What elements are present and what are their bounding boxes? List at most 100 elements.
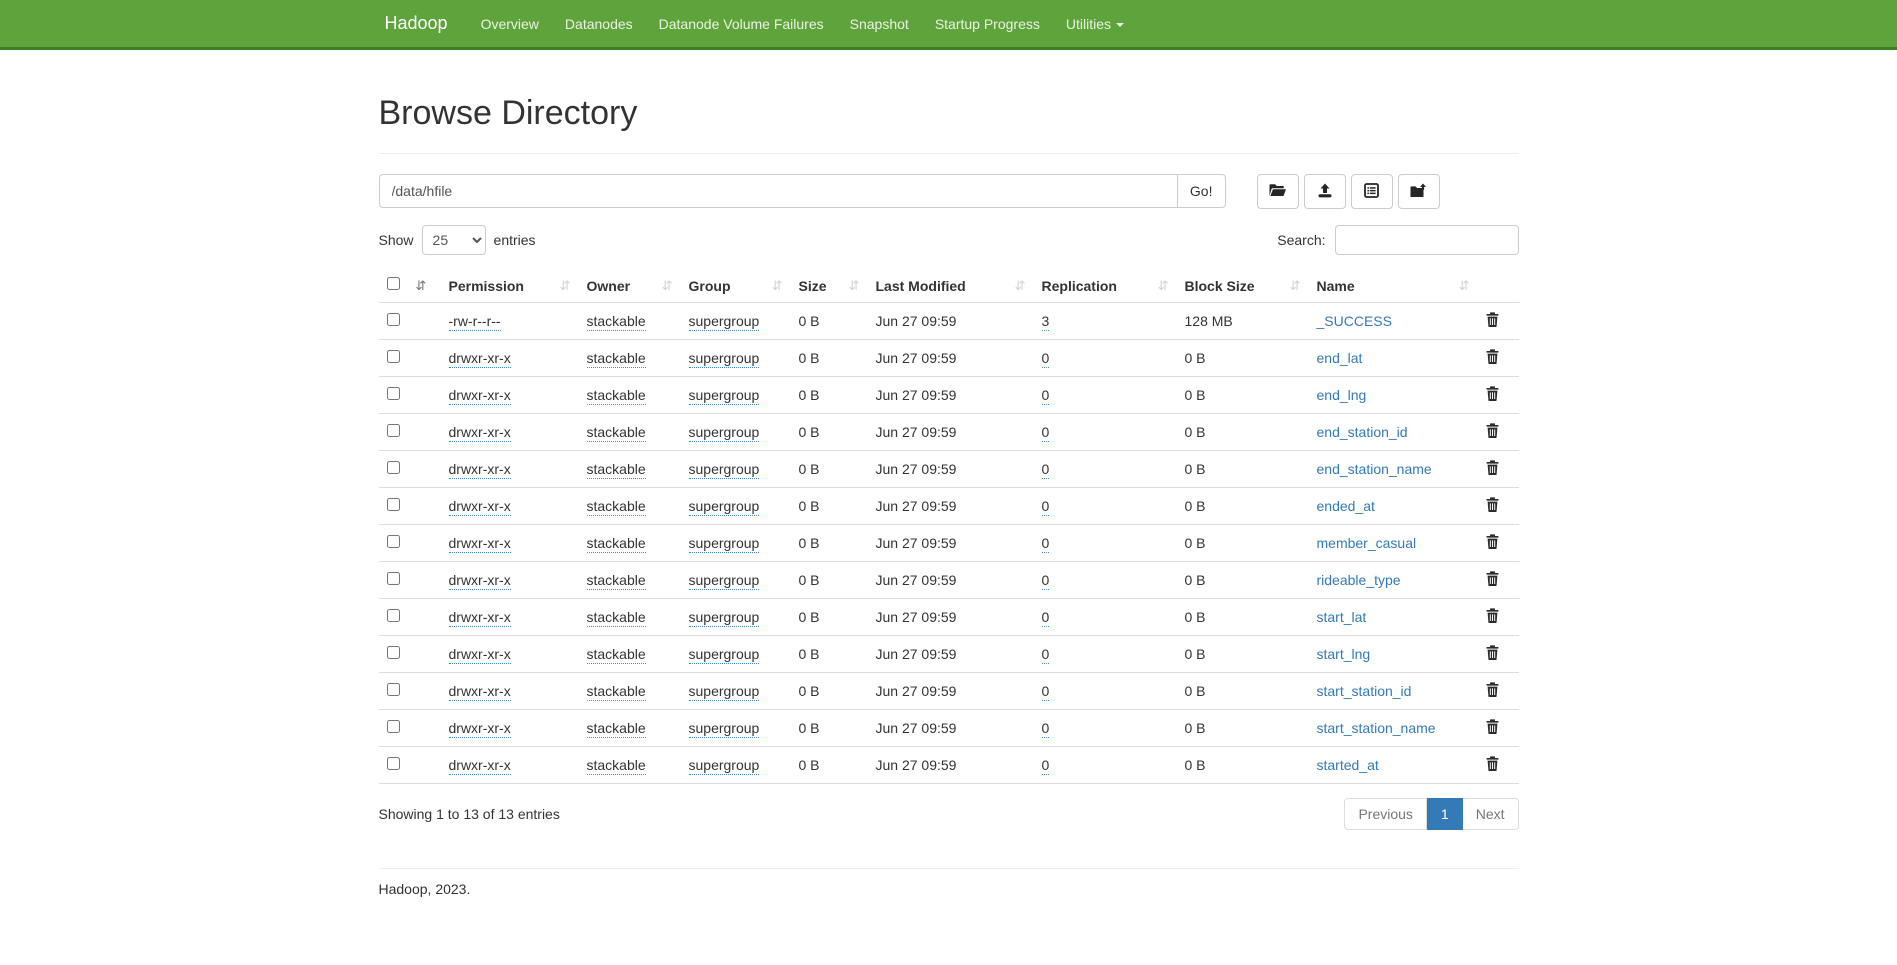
owner-value[interactable]: stackable — [587, 683, 646, 701]
owner-value[interactable]: stackable — [587, 535, 646, 553]
owner-value[interactable]: stackable — [587, 720, 646, 738]
nav-item-datanode-volume-failures[interactable]: Datanode Volume Failures — [646, 0, 837, 48]
replication-value[interactable]: 0 — [1042, 572, 1050, 590]
delete-button[interactable] — [1486, 312, 1499, 327]
owner-value[interactable]: stackable — [587, 350, 646, 368]
row-checkbox[interactable] — [387, 720, 400, 733]
owner-value[interactable]: stackable — [587, 572, 646, 590]
group-value[interactable]: supergroup — [689, 720, 760, 738]
file-name-link[interactable]: start_station_name — [1317, 720, 1436, 736]
owner-value[interactable]: stackable — [587, 461, 646, 479]
owner-value[interactable]: stackable — [587, 646, 646, 664]
delete-button[interactable] — [1486, 423, 1499, 438]
delete-button[interactable] — [1486, 682, 1499, 697]
header-block-size[interactable]: Block Size⇵ — [1177, 269, 1309, 303]
group-value[interactable]: supergroup — [689, 350, 760, 368]
permission-value[interactable]: drwxr-xr-x — [449, 461, 511, 479]
replication-value[interactable]: 0 — [1042, 424, 1050, 442]
group-value[interactable]: supergroup — [689, 387, 760, 405]
permission-value[interactable]: -rw-r--r-- — [449, 313, 501, 331]
permission-value[interactable]: drwxr-xr-x — [449, 350, 511, 368]
upload-files-button[interactable] — [1304, 174, 1346, 209]
pagination-previous[interactable]: Previous — [1344, 798, 1426, 830]
file-name-link[interactable]: start_lat — [1317, 609, 1367, 625]
permission-value[interactable]: drwxr-xr-x — [449, 757, 511, 775]
owner-value[interactable]: stackable — [587, 387, 646, 405]
header-owner[interactable]: Owner⇵ — [579, 269, 681, 303]
group-value[interactable]: supergroup — [689, 313, 760, 331]
file-name-link[interactable]: start_lng — [1317, 646, 1371, 662]
replication-value[interactable]: 0 — [1042, 535, 1050, 553]
replication-value[interactable]: 0 — [1042, 461, 1050, 479]
delete-button[interactable] — [1486, 571, 1499, 586]
row-checkbox[interactable] — [387, 757, 400, 770]
delete-button[interactable] — [1486, 497, 1499, 512]
row-checkbox[interactable] — [387, 646, 400, 659]
row-checkbox[interactable] — [387, 387, 400, 400]
file-name-link[interactable]: member_casual — [1317, 535, 1417, 551]
nav-item-overview[interactable]: Overview — [468, 0, 552, 48]
delete-button[interactable] — [1486, 608, 1499, 623]
delete-button[interactable] — [1486, 756, 1499, 771]
nav-item-datanodes[interactable]: Datanodes — [552, 0, 646, 48]
file-name-link[interactable]: end_lat — [1317, 350, 1363, 366]
permission-value[interactable]: drwxr-xr-x — [449, 720, 511, 738]
permission-value[interactable]: drwxr-xr-x — [449, 609, 511, 627]
header-name[interactable]: Name⇵ — [1309, 269, 1478, 303]
row-checkbox[interactable] — [387, 424, 400, 437]
file-name-link[interactable]: _SUCCESS — [1317, 313, 1392, 329]
row-checkbox[interactable] — [387, 535, 400, 548]
create-directory-button[interactable] — [1257, 174, 1299, 209]
nav-item-utilities-dropdown[interactable]: Utilities — [1053, 0, 1137, 48]
row-checkbox[interactable] — [387, 350, 400, 363]
replication-value[interactable]: 0 — [1042, 387, 1050, 405]
delete-button[interactable] — [1486, 349, 1499, 364]
permission-value[interactable]: drwxr-xr-x — [449, 683, 511, 701]
row-checkbox[interactable] — [387, 572, 400, 585]
header-select-all[interactable]: ⇵ — [379, 269, 441, 303]
replication-value[interactable]: 0 — [1042, 720, 1050, 738]
row-checkbox[interactable] — [387, 461, 400, 474]
replication-value[interactable]: 0 — [1042, 683, 1050, 701]
file-name-link[interactable]: end_lng — [1317, 387, 1367, 403]
page-size-select[interactable]: 25 — [422, 225, 486, 255]
group-value[interactable]: supergroup — [689, 498, 760, 516]
table-search-input[interactable] — [1335, 225, 1519, 255]
replication-value[interactable]: 3 — [1042, 313, 1050, 331]
permission-value[interactable]: drwxr-xr-x — [449, 646, 511, 664]
permission-value[interactable]: drwxr-xr-x — [449, 572, 511, 590]
header-group[interactable]: Group⇵ — [681, 269, 791, 303]
header-permission[interactable]: Permission⇵ — [441, 269, 579, 303]
delete-button[interactable] — [1486, 534, 1499, 549]
row-checkbox[interactable] — [387, 609, 400, 622]
row-checkbox[interactable] — [387, 683, 400, 696]
sort-asc-icon[interactable]: ⇵ — [415, 278, 426, 294]
header-last-modified[interactable]: Last Modified⇵ — [868, 269, 1034, 303]
file-name-link[interactable]: end_station_id — [1317, 424, 1408, 440]
owner-value[interactable]: stackable — [587, 757, 646, 775]
pagination-next[interactable]: Next — [1463, 798, 1519, 830]
permission-value[interactable]: drwxr-xr-x — [449, 387, 511, 405]
delete-button[interactable] — [1486, 460, 1499, 475]
replication-value[interactable]: 0 — [1042, 757, 1050, 775]
pagination-page-1[interactable]: 1 — [1427, 798, 1463, 830]
cut-paste-button[interactable] — [1351, 174, 1393, 209]
move-to-trash-toggle-button[interactable] — [1398, 174, 1440, 209]
group-value[interactable]: supergroup — [689, 646, 760, 664]
group-value[interactable]: supergroup — [689, 424, 760, 442]
owner-value[interactable]: stackable — [587, 313, 646, 331]
owner-value[interactable]: stackable — [587, 424, 646, 442]
file-name-link[interactable]: rideable_type — [1317, 572, 1401, 588]
delete-button[interactable] — [1486, 719, 1499, 734]
replication-value[interactable]: 0 — [1042, 646, 1050, 664]
file-name-link[interactable]: ended_at — [1317, 498, 1375, 514]
group-value[interactable]: supergroup — [689, 572, 760, 590]
header-size[interactable]: Size⇵ — [791, 269, 868, 303]
owner-value[interactable]: stackable — [587, 498, 646, 516]
permission-value[interactable]: drwxr-xr-x — [449, 535, 511, 553]
file-name-link[interactable]: started_at — [1317, 757, 1379, 773]
replication-value[interactable]: 0 — [1042, 498, 1050, 516]
row-checkbox[interactable] — [387, 498, 400, 511]
navbar-brand[interactable]: Hadoop — [379, 13, 454, 34]
delete-button[interactable] — [1486, 645, 1499, 660]
